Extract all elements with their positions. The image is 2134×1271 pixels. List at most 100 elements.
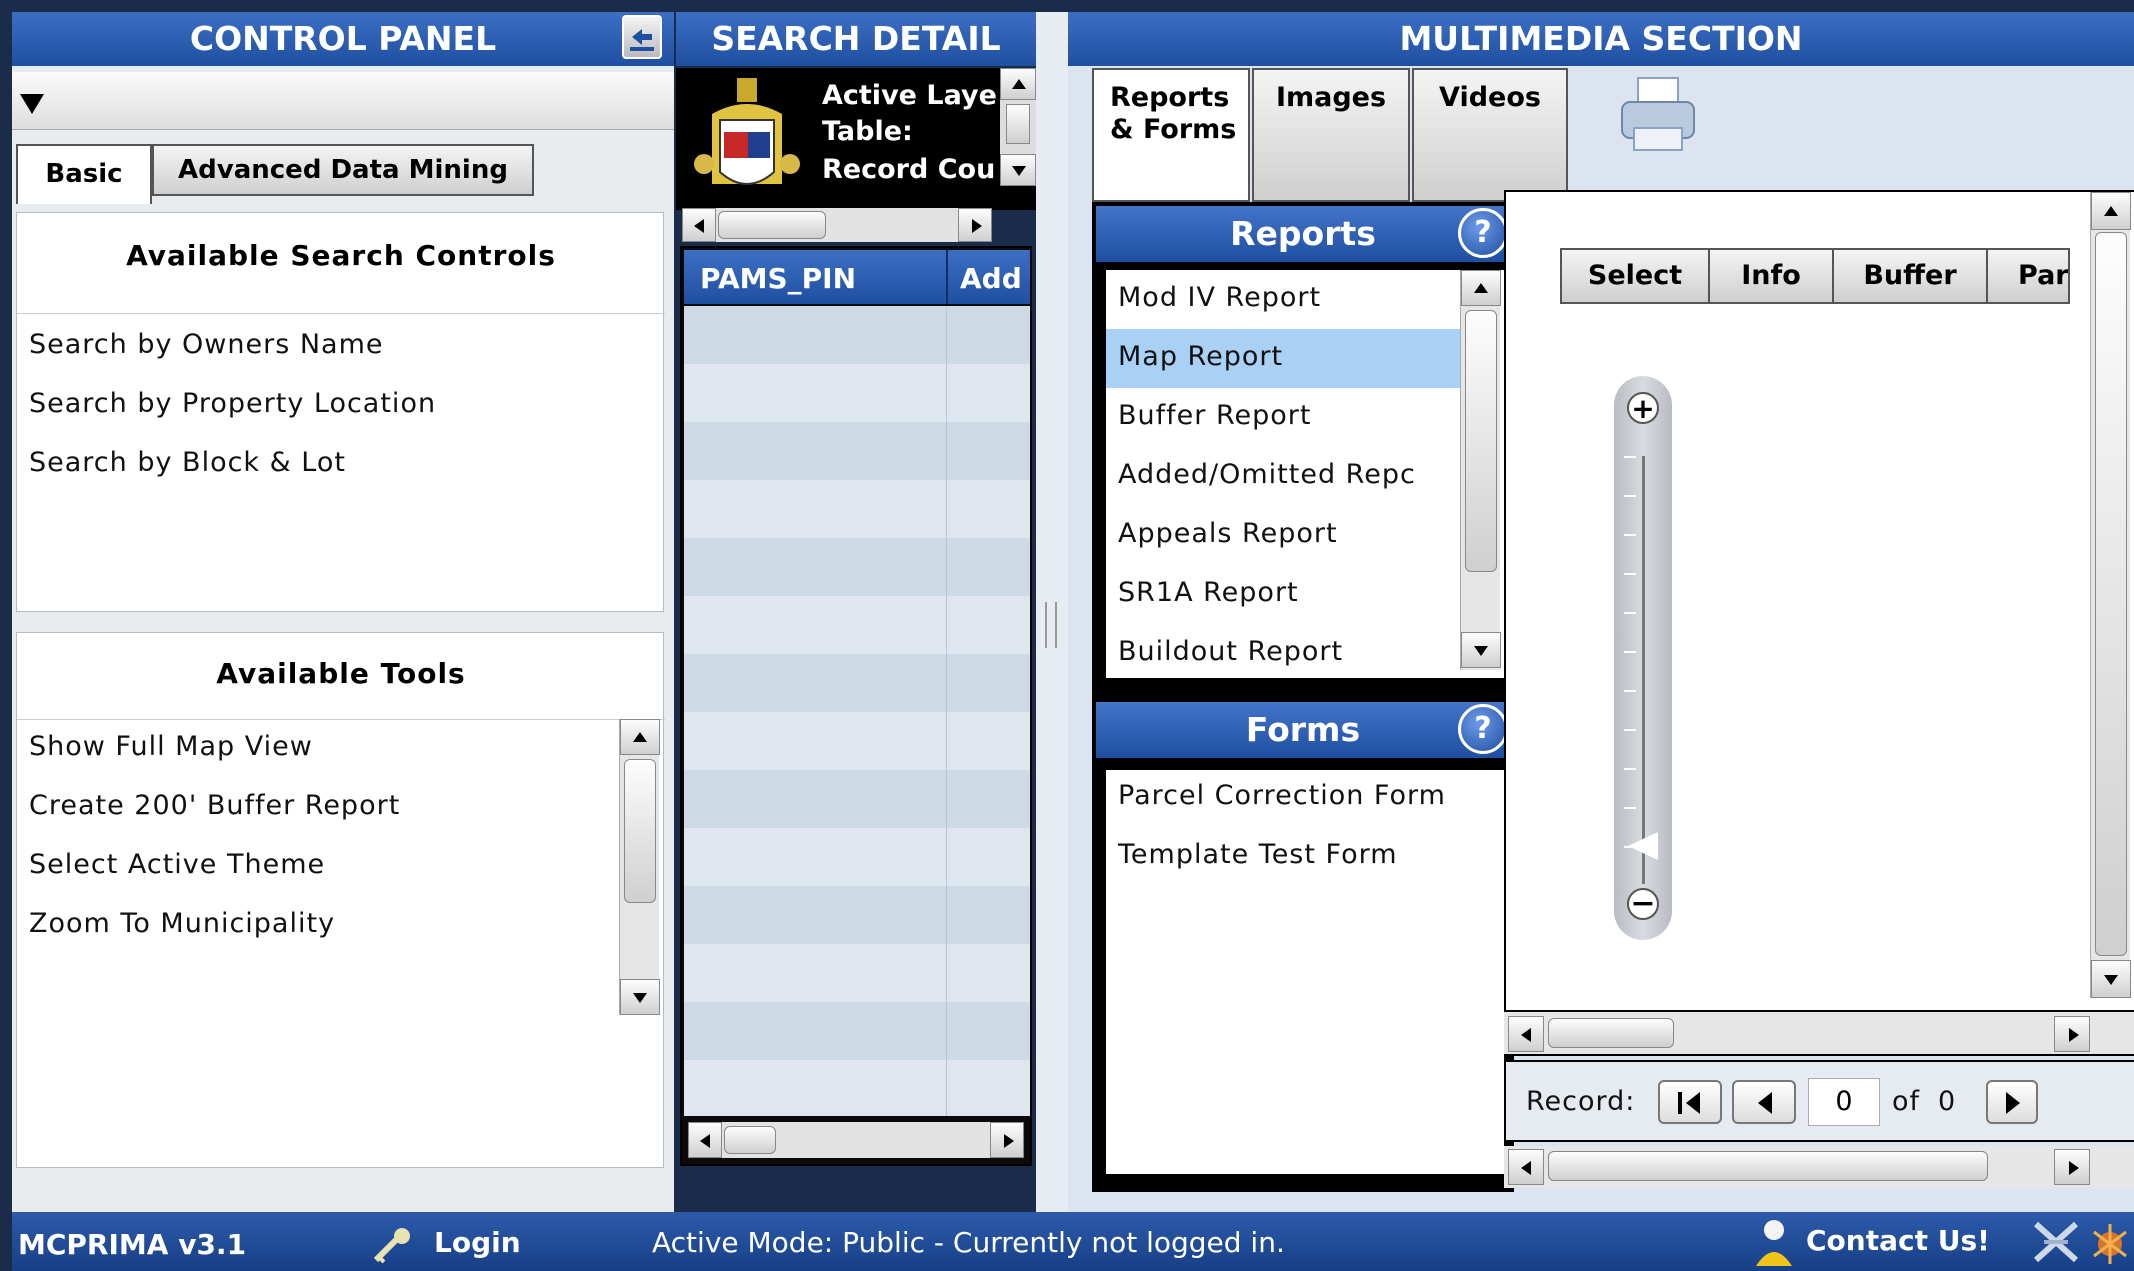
zoom-handle[interactable]	[1628, 832, 1658, 860]
search-item[interactable]: Search by Property Location	[29, 388, 436, 419]
report-label: Buffer Report	[1118, 400, 1312, 431]
zoom-in-icon[interactable]: +	[1627, 392, 1659, 424]
arrow-left-icon	[1521, 1028, 1531, 1042]
tools-scrollbar[interactable]	[619, 719, 660, 1015]
scroll-down-button[interactable]	[1461, 632, 1501, 668]
arrow-left-icon	[700, 1134, 710, 1148]
zoom-out-icon[interactable]: −	[1627, 888, 1659, 920]
tab-advanced-data-mining[interactable]: Advanced Data Mining	[152, 144, 534, 196]
report-item[interactable]: Buildout Report	[1106, 624, 1504, 683]
map-hscrollbar[interactable]	[1504, 1012, 2134, 1056]
scroll-up-button[interactable]	[620, 719, 660, 755]
scroll-left-button[interactable]	[1508, 1149, 1544, 1185]
record-input[interactable]: 0	[1808, 1078, 1880, 1126]
scroll-left-button[interactable]	[1508, 1016, 1544, 1052]
zoom-ticks	[1624, 456, 1636, 856]
info-line: Record Cou	[822, 154, 996, 185]
scroll-thumb[interactable]	[1548, 1018, 1674, 1048]
tool-item[interactable]: Create 200' Buffer Report	[29, 790, 400, 821]
control-panel-title: CONTROL PANEL	[12, 12, 674, 66]
reports-help-icon[interactable]: ?	[1458, 208, 1508, 258]
scroll-right-button[interactable]	[990, 1122, 1024, 1158]
tool-item[interactable]: Show Full Map View	[29, 731, 313, 762]
scroll-up-button[interactable]	[2091, 192, 2131, 230]
scroll-down-button[interactable]	[2091, 960, 2131, 998]
tab-parcel[interactable]: Par	[1986, 248, 2070, 304]
scroll-up-button[interactable]	[1461, 270, 1501, 306]
report-item[interactable]: Mod IV Report	[1106, 270, 1504, 329]
report-item[interactable]: Buffer Report	[1106, 388, 1504, 447]
report-item-selected[interactable]: Map Report	[1106, 329, 1460, 388]
prev-record-button[interactable]	[1732, 1080, 1796, 1124]
contact-label: Contact Us!	[1806, 1224, 1990, 1257]
map-vscrollbar[interactable]	[2090, 192, 2131, 998]
panel-dropdown[interactable]	[12, 72, 674, 130]
reports-title: Reports	[1230, 214, 1376, 253]
scroll-down-button[interactable]	[620, 979, 660, 1015]
layer-info-box: Active Laye Table: Record Cou	[676, 68, 1036, 210]
search-detail-title: SEARCH DETAIL	[676, 12, 1036, 66]
contact-link[interactable]: Contact Us!	[1752, 1216, 2012, 1268]
network-icon[interactable]	[2030, 1218, 2082, 1266]
scroll-right-button[interactable]	[2054, 1149, 2090, 1185]
printer-icon[interactable]	[1616, 72, 1700, 156]
scroll-down-button[interactable]	[1000, 154, 1036, 186]
search-item[interactable]: Search by Owners Name	[29, 329, 384, 360]
zoom-slider[interactable]: + −	[1614, 376, 1672, 940]
collapse-panel-icon[interactable]	[622, 15, 662, 59]
report-item[interactable]: Appeals Report	[1106, 506, 1504, 565]
form-item[interactable]: Template Test Form	[1106, 829, 1504, 888]
column-header[interactable]: PAMS_PIN	[700, 262, 856, 295]
panel-splitter[interactable]	[1036, 12, 1068, 1212]
tab-buffer[interactable]: Buffer	[1832, 248, 1988, 304]
column-divider	[946, 306, 947, 1116]
scroll-right-button[interactable]	[2054, 1016, 2090, 1052]
scroll-thumb[interactable]	[718, 211, 826, 239]
key-icon	[373, 1228, 410, 1264]
scroll-thumb[interactable]	[1006, 104, 1030, 144]
control-panel: CONTROL PANEL Basic Advanced Data Mining…	[12, 12, 674, 1212]
scroll-up-button[interactable]	[1000, 68, 1036, 100]
report-item[interactable]: SR1A Report	[1106, 565, 1504, 624]
tab-info[interactable]: Info	[1708, 248, 1834, 304]
tab-select[interactable]: Select	[1560, 248, 1710, 304]
scroll-left-button[interactable]	[682, 208, 716, 242]
tool-item[interactable]: Select Active Theme	[29, 849, 325, 880]
report-label: Buildout Report	[1118, 636, 1344, 667]
tab-videos[interactable]: Videos	[1412, 68, 1568, 202]
scroll-thumb[interactable]	[724, 1126, 776, 1154]
arrow-down-icon	[1474, 646, 1488, 656]
reports-scrollbar[interactable]	[1460, 270, 1501, 670]
form-item[interactable]: Parcel Correction Form	[1106, 770, 1504, 829]
tool-item[interactable]: Zoom To Municipality	[29, 908, 335, 939]
grid-hscrollbar[interactable]	[688, 1122, 1024, 1158]
next-record-button[interactable]	[1986, 1080, 2038, 1124]
scroll-left-button[interactable]	[688, 1122, 722, 1158]
report-item[interactable]: Added/Omitted Repc	[1106, 447, 1460, 506]
report-label: Appeals Report	[1118, 518, 1338, 549]
scroll-thumb[interactable]	[2095, 232, 2127, 956]
scroll-thumb[interactable]	[1465, 310, 1497, 572]
arrow-down-icon	[2104, 975, 2118, 985]
tab-images[interactable]: Images	[1252, 68, 1410, 202]
forms-help-icon[interactable]: ?	[1458, 704, 1508, 754]
user-icon	[1756, 1220, 1792, 1266]
scroll-right-button[interactable]	[958, 208, 992, 242]
record-hscrollbar[interactable]	[1504, 1146, 2134, 1188]
arrow-up-icon	[633, 732, 647, 742]
arrow-up-icon	[1012, 79, 1026, 89]
search-item[interactable]: Search by Block & Lot	[29, 447, 346, 478]
grid-body	[684, 306, 1030, 1116]
login-link[interactable]: Login	[372, 1220, 542, 1266]
divider	[17, 719, 665, 720]
tab-reports-forms[interactable]: Reports & Forms	[1092, 68, 1250, 202]
bug-icon[interactable]	[2086, 1218, 2134, 1266]
column-header[interactable]: Add	[960, 262, 1022, 295]
info-scrollbar[interactable]	[1000, 68, 1036, 186]
info-hscrollbar[interactable]	[682, 208, 992, 242]
scroll-thumb[interactable]	[624, 759, 656, 903]
scroll-thumb[interactable]	[1548, 1151, 1988, 1181]
tab-basic[interactable]: Basic	[16, 144, 152, 204]
first-record-button[interactable]	[1658, 1080, 1722, 1124]
forms-title-bar: Forms	[1096, 702, 1510, 758]
